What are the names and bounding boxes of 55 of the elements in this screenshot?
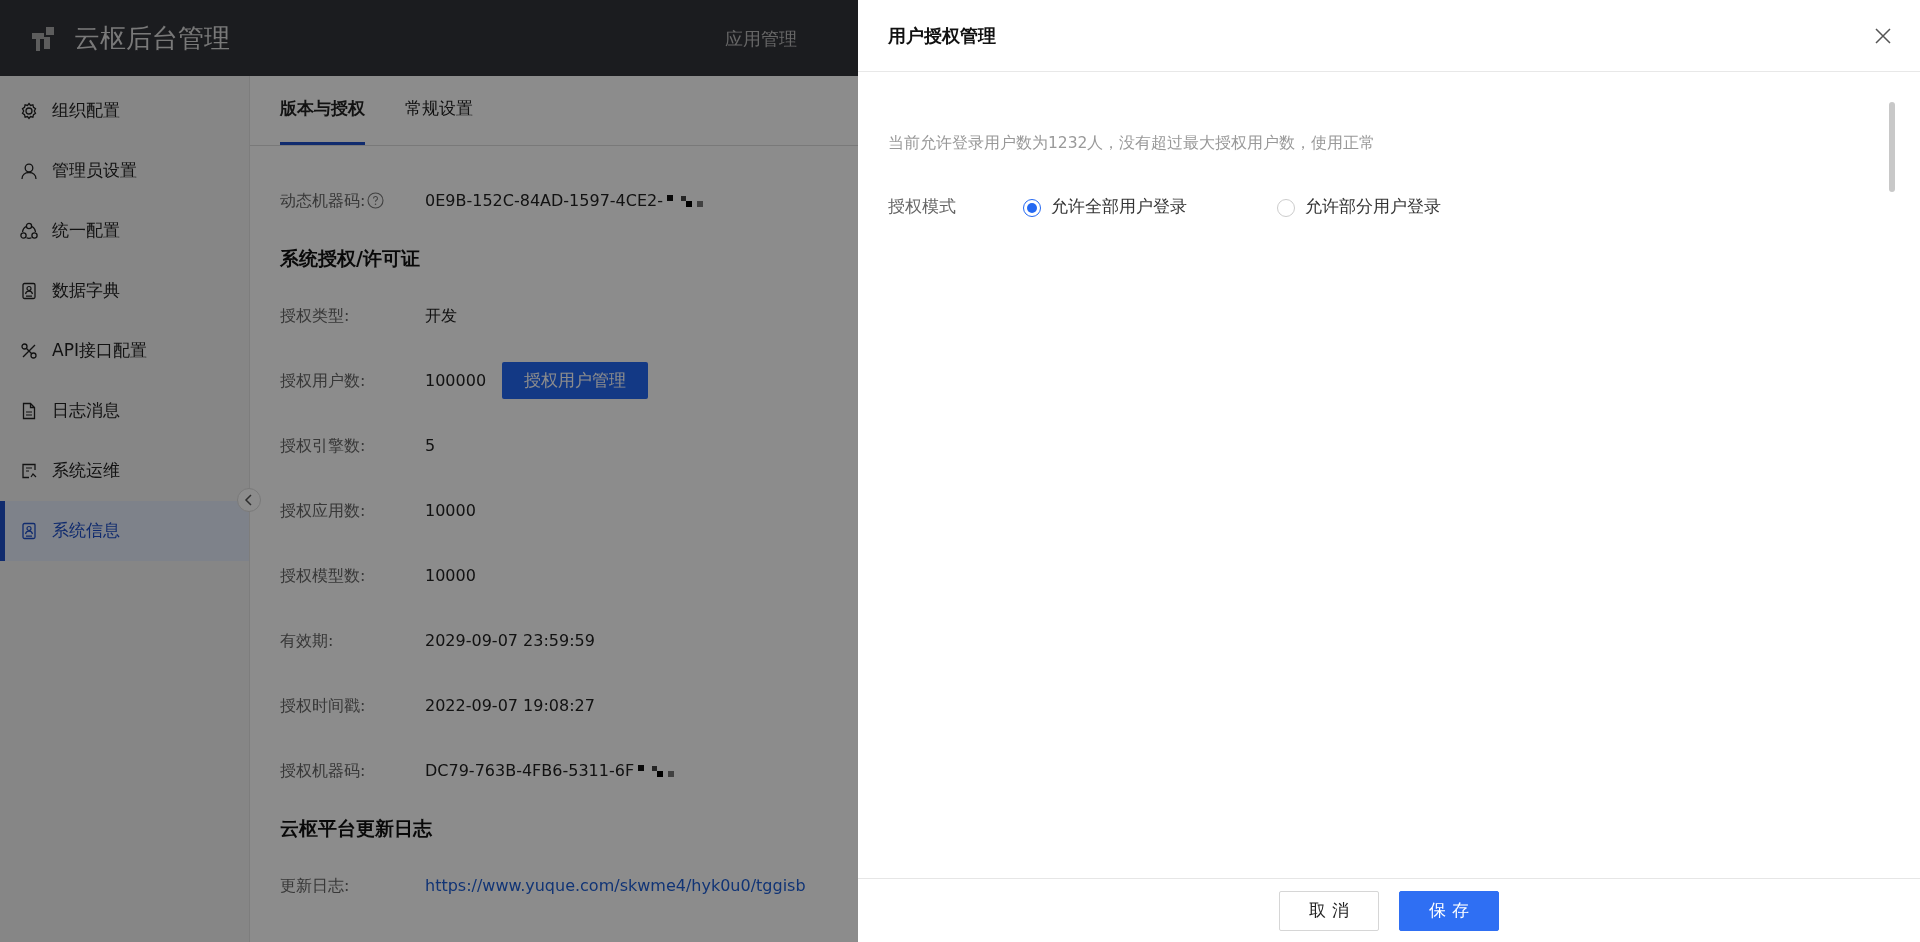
field-label: 授权时间戳:: [280, 694, 366, 717]
field-label: 更新日志:: [280, 874, 350, 897]
chevron-left-icon: [244, 494, 254, 506]
field-label: 动态机器码:: [280, 189, 366, 212]
app-title: 云枢后台管理: [74, 21, 230, 55]
scrollbar-thumb[interactable]: [1889, 102, 1895, 192]
section-heading: 云枢平台更新日志: [280, 815, 433, 841]
sidebar-item[interactable]: 统一配置: [0, 201, 249, 261]
radio-label[interactable]: 允许全部用户登录: [1051, 195, 1187, 220]
radio-label[interactable]: 允许部分用户登录: [1305, 195, 1441, 220]
sidebar-item[interactable]: 系统信息: [0, 501, 249, 561]
sidebar-item[interactable]: 系统运维: [0, 441, 249, 501]
field-value: 10000: [425, 499, 476, 522]
field-label: 授权模型数:: [280, 564, 366, 587]
document-icon: [20, 402, 38, 420]
field-label: 授权类型:: [280, 304, 350, 327]
contact-card-icon: [20, 282, 38, 300]
close-icon: [1874, 26, 1892, 45]
collapse-button[interactable]: [237, 488, 261, 512]
section-heading: 系统授权/许可证: [280, 245, 421, 271]
cancel-button[interactable]: 取 消: [1279, 891, 1379, 931]
user-icon: [20, 162, 38, 180]
notice-text: 当前允许登录用户数为1232人，没有超过最大授权用户数，使用正常: [888, 133, 1377, 154]
nodes-icon: [20, 222, 38, 240]
save-button[interactable]: 保 存: [1399, 891, 1499, 931]
field-value: 2022-09-07 19:08:27: [425, 694, 595, 717]
close-button[interactable]: [1874, 26, 1892, 45]
sidebar-item[interactable]: API接口配置: [0, 321, 249, 381]
field-label: 授权引擎数:: [280, 434, 366, 457]
tab[interactable]: 版本与授权: [280, 76, 365, 145]
field-label: 授权模式: [888, 196, 957, 219]
tools-icon: [20, 342, 38, 360]
field-value: 100000: [425, 369, 487, 392]
field-label: 授权用户数:: [280, 369, 366, 392]
tab[interactable]: 常规设置: [405, 76, 473, 145]
changelog-link[interactable]: https://www.yuque.com/skwme4/hyk0u0/tggisb: [425, 873, 806, 898]
manage-users-button[interactable]: 授权用户管理: [502, 361, 649, 400]
field-value: 10000: [425, 564, 476, 587]
ticket-icon: [20, 462, 38, 480]
sidebar-item[interactable]: 日志消息: [0, 381, 249, 441]
contact-card-icon: [20, 522, 38, 540]
drawer-title: 用户授权管理: [888, 24, 996, 48]
nav-link[interactable]: 应用管理: [725, 24, 797, 52]
field-label: 授权应用数:: [280, 499, 366, 522]
gear-icon: [20, 102, 38, 120]
sidebar-item[interactable]: 组织配置: [0, 81, 249, 141]
sidebar-item[interactable]: 数据字典: [0, 261, 249, 321]
field-label: 有效期:: [280, 629, 334, 652]
sidebar-item[interactable]: 管理员设置: [0, 141, 249, 201]
field-value: 5: [425, 434, 436, 457]
field-label: 授权机器码:: [280, 759, 366, 782]
field-value: 0E9B-152C-84AD-1597-4CE2-: [425, 189, 663, 212]
field-value: 2029-09-07 23:59:59: [425, 629, 595, 652]
field-value: DC79-763B-4FB6-5311-6F: [425, 759, 635, 782]
field-value: 开发: [425, 304, 457, 327]
